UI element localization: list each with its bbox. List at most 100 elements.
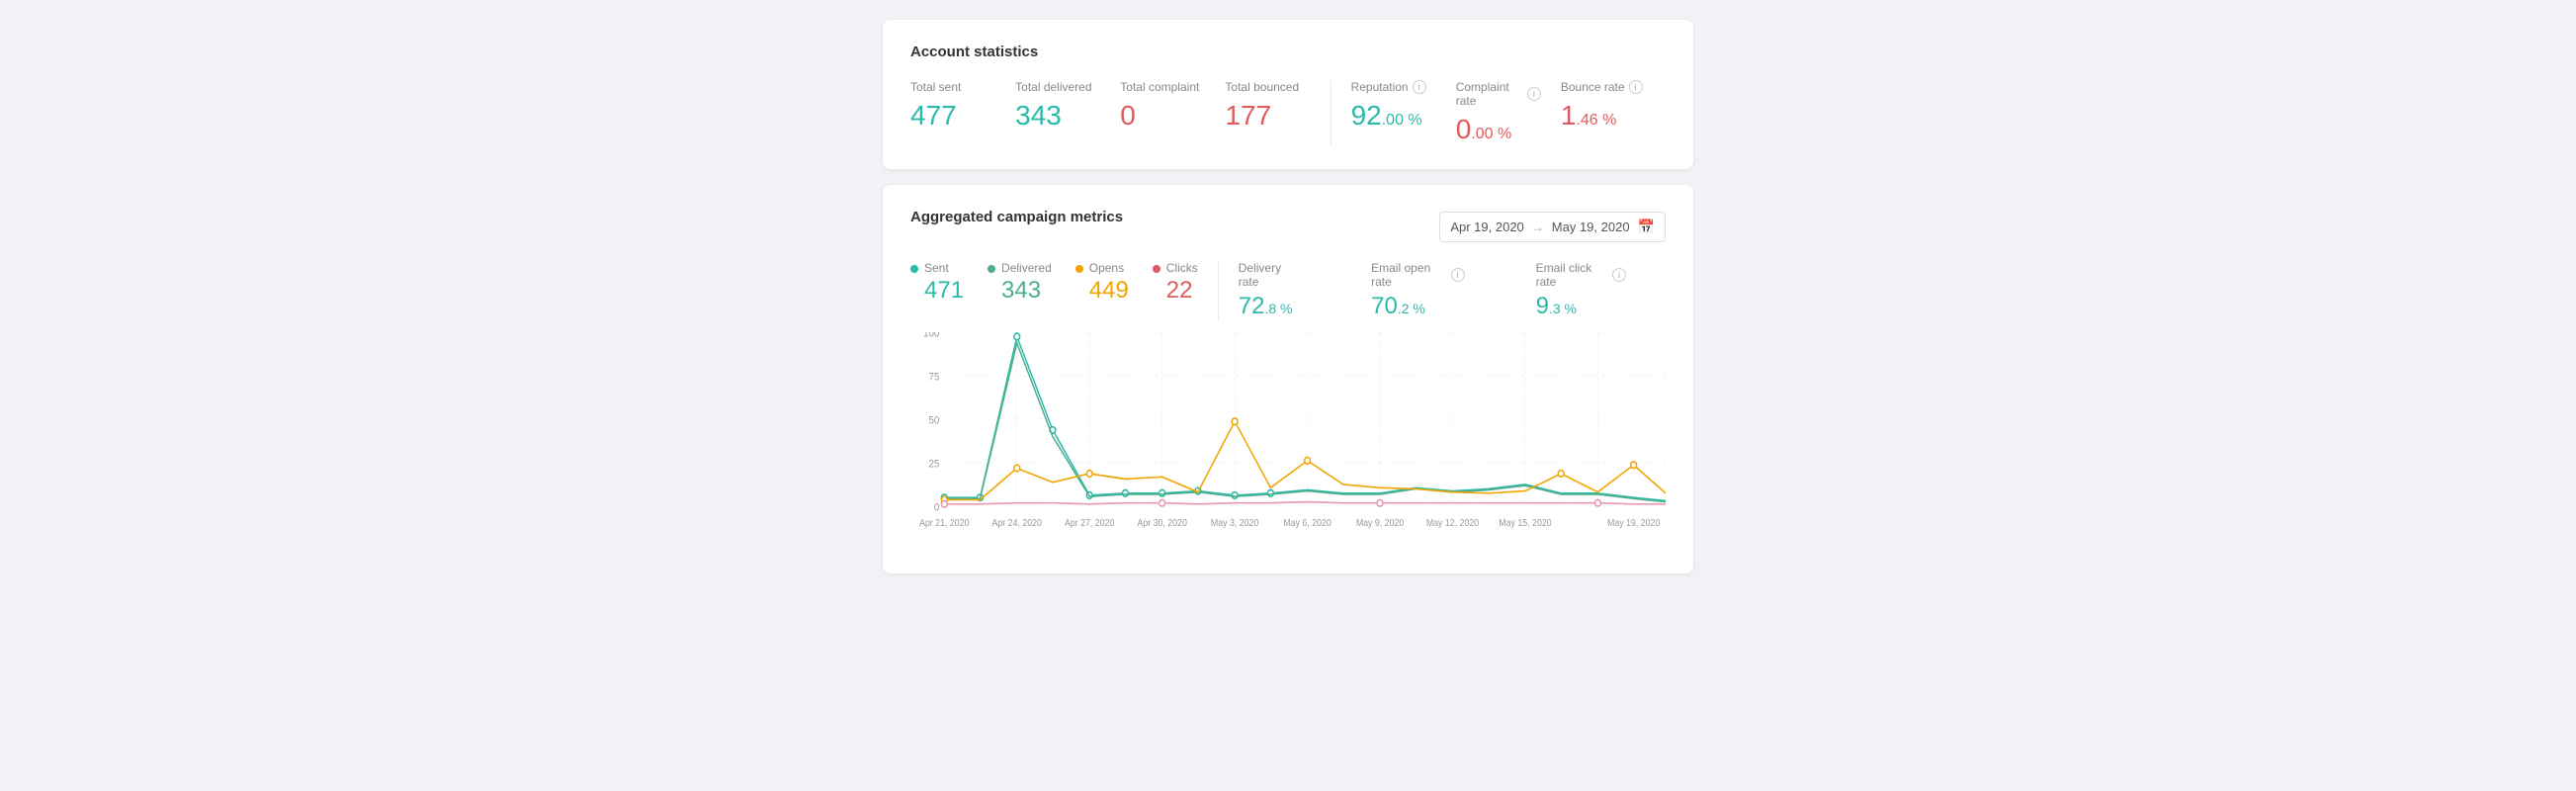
svg-text:Apr 30, 2020: Apr 30, 2020 [1137,517,1186,528]
clicks-dot-0 [941,501,947,508]
sent-dot-8 [1232,492,1238,499]
account-statistics-card: Account statistics Total sent 477 Total … [883,20,1693,169]
date-from: Apr 19, 2020 [1450,220,1523,234]
legend-sent: Sent 471 [910,261,964,305]
email-open-rate-value: 70.2 % [1371,293,1465,320]
metrics-legend-row: Sent 471 Delivered 343 Opens 449 [910,261,1666,320]
stat-reputation: Reputation i 92.00 % [1351,80,1456,132]
legend-opens-value: 449 [1089,277,1129,305]
delivery-rate-label: Delivery rate [1239,261,1300,289]
svg-text:Apr 24, 2020: Apr 24, 2020 [992,517,1042,528]
stat-total-bounced-label: Total bounced [1225,80,1310,94]
svg-text:Apr 21, 2020: Apr 21, 2020 [919,517,969,528]
stat-total-delivered-value: 343 [1015,100,1100,132]
metric-email-click-rate: Email click rate i 9.3 % [1536,261,1626,320]
campaign-metrics-card: Aggregated campaign metrics Apr 19, 2020… [883,185,1693,573]
stat-total-sent-label: Total sent [910,80,995,94]
metrics-rates: Delivery rate 72.8 % Email open rate i 7… [1239,261,1666,320]
sent-dot-5 [1123,490,1129,497]
clicks-dot-3 [1594,499,1600,506]
metric-email-open-rate: Email open rate i 70.2 % [1371,261,1465,320]
email-click-rate-value: 9.3 % [1536,293,1626,320]
clicks-dot [1153,265,1160,273]
legend-clicks-content: Clicks 22 [1166,261,1198,305]
email-click-rate-info-icon[interactable]: i [1612,268,1626,282]
stat-total-delivered-label: Total delivered [1015,80,1100,94]
sent-dot-9 [1267,490,1273,497]
complaint-rate-info-icon[interactable]: i [1527,87,1541,101]
opens-dot-5 [1558,471,1564,478]
svg-text:100: 100 [923,332,940,340]
opens-dot-3 [1232,418,1238,425]
stat-total-sent-value: 477 [910,100,995,132]
stat-bounce-rate-label: Bounce rate i [1561,80,1646,94]
stat-complaint-rate-label: Complaint rate i [1456,80,1541,108]
sent-dot [910,265,918,273]
legend-sent-value: 471 [924,277,964,305]
stat-bounce-rate-value: 1.46 % [1561,100,1646,132]
svg-text:May 9, 2020: May 9, 2020 [1356,517,1404,528]
legend-clicks-label: Clicks [1166,261,1198,275]
legend-delivered-content: Delivered 343 [1001,261,1052,305]
stat-total-sent: Total sent 477 [910,80,1015,132]
legend-sent-content: Sent 471 [924,261,964,305]
account-stats-row: Total sent 477 Total delivered 343 Total… [910,80,1666,145]
email-open-rate-label: Email open rate i [1371,261,1465,289]
legend-opens-label: Opens [1089,261,1129,275]
clicks-dot-1 [1159,499,1165,506]
email-open-rate-info-icon[interactable]: i [1451,268,1465,282]
stat-reputation-value: 92.00 % [1351,100,1436,132]
sent-dot-6 [1159,490,1165,497]
opens-dot [1075,265,1083,273]
svg-text:0: 0 [934,502,940,514]
bounce-rate-info-icon[interactable]: i [1629,80,1643,94]
stat-total-complaint-label: Total complaint [1120,80,1205,94]
date-range-arrow: → [1532,220,1544,234]
stat-complaint-rate-value: 0.00 % [1456,114,1541,145]
stat-total-bounced: Total bounced 177 [1225,80,1330,132]
svg-text:25: 25 [928,459,939,471]
legend-opens-content: Opens 449 [1089,261,1129,305]
opens-dot-2 [1086,471,1092,478]
svg-text:May 19, 2020: May 19, 2020 [1607,517,1660,528]
svg-text:75: 75 [928,372,939,384]
legend-clicks: Clicks 22 [1153,261,1198,305]
legend-delivered: Delivered 343 [987,261,1052,305]
clicks-dot-2 [1377,499,1383,506]
main-container: Account statistics Total sent 477 Total … [883,20,1693,573]
clicks-line [944,502,1666,504]
svg-text:50: 50 [928,415,939,427]
legend-delivered-value: 343 [1001,277,1052,305]
metric-delivery-rate: Delivery rate 72.8 % [1239,261,1300,320]
date-to: May 19, 2020 [1552,220,1630,234]
metrics-header: Aggregated campaign metrics Apr 19, 2020… [910,209,1666,245]
delivered-line [944,343,1666,502]
svg-text:May 3, 2020: May 3, 2020 [1211,517,1258,528]
delivery-rate-value: 72.8 % [1239,293,1300,320]
metrics-divider [1218,261,1219,320]
delivered-dot [987,265,995,273]
legend-clicks-value: 22 [1166,277,1198,305]
svg-text:May 6, 2020: May 6, 2020 [1283,517,1331,528]
stat-total-bounced-value: 177 [1225,100,1310,132]
calendar-icon: 📅 [1638,219,1655,235]
stat-total-complaint-value: 0 [1120,100,1205,132]
opens-dot-1 [1014,465,1020,472]
date-range-picker[interactable]: Apr 19, 2020 → May 19, 2020 📅 [1439,212,1666,242]
chart-area: 100 75 50 25 0 [910,332,1666,550]
legend-sent-label: Sent [924,261,964,275]
stat-complaint-rate: Complaint rate i 0.00 % [1456,80,1561,145]
svg-text:May 15, 2020: May 15, 2020 [1499,517,1551,528]
sent-dot-2 [1014,333,1020,340]
email-click-rate-label: Email click rate i [1536,261,1626,289]
metrics-legend: Sent 471 Delivered 343 Opens 449 [910,261,1198,305]
opens-dot-4 [1305,458,1311,465]
opens-dot-6 [1631,462,1637,469]
stat-bounce-rate: Bounce rate i 1.46 % [1561,80,1666,132]
legend-delivered-label: Delivered [1001,261,1052,275]
reputation-info-icon[interactable]: i [1413,80,1426,94]
svg-text:May 12, 2020: May 12, 2020 [1426,517,1479,528]
legend-opens: Opens 449 [1075,261,1129,305]
campaign-metrics-title: Aggregated campaign metrics [910,209,1123,225]
account-stats-title: Account statistics [910,44,1666,60]
